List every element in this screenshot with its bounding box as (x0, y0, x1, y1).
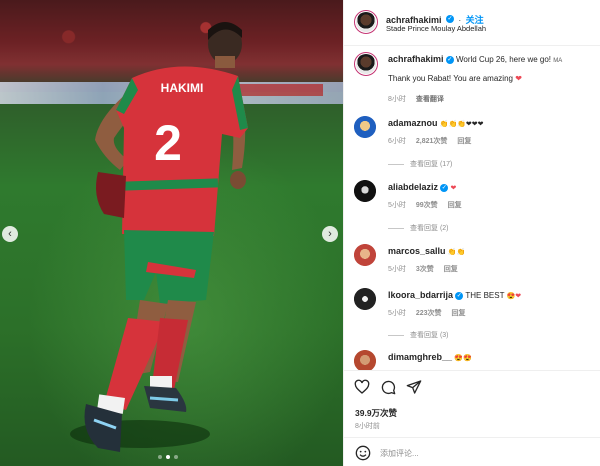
add-comment-input[interactable]: 添加评论... (380, 448, 419, 459)
comment-item: aliabdelaziz ✓ ❤ 5小时 99次赞 回复 (354, 180, 594, 216)
comment-username[interactable]: marcos_sallu (388, 246, 446, 256)
comment-emojis: 😍❤ (506, 293, 522, 300)
jersey-name: HAKIMI (161, 81, 204, 95)
post-sidebar: achrafhakimi ✓ · 关注 Stade Prince Moulay … (343, 0, 600, 466)
jersey-number: 2 (154, 115, 182, 171)
verified-badge-icon: ✓ (445, 14, 454, 23)
reply-button[interactable]: 回复 (452, 310, 466, 317)
comment-likes[interactable]: 2,821次赞 (416, 138, 448, 145)
comment-time: 5小时 (388, 266, 406, 273)
comment-time: 6小时 (388, 138, 406, 145)
player-figure: HAKIMI 2 (84, 22, 248, 452)
reply-button[interactable]: 回复 (444, 266, 458, 273)
comment-likes[interactable]: 223次赞 (416, 310, 442, 317)
post-header: achrafhakimi ✓ · 关注 Stade Prince Moulay … (344, 0, 600, 46)
verified-badge-icon: ✓ (440, 183, 449, 192)
like-count[interactable]: 39.9万次赞 (355, 407, 397, 419)
comment-emojis: 😍😍 (454, 355, 472, 362)
verified-badge-icon: ✓ (445, 55, 454, 64)
comment-item: marcos_sallu 👏👏 5小时 3次赞 回复 (354, 244, 594, 280)
commenter-avatar[interactable] (354, 288, 376, 310)
morocco-flag-icon: MA (553, 58, 563, 64)
view-replies-link[interactable]: 查看回复 (2) (388, 223, 449, 233)
see-translation-link[interactable]: 查看翻译 (416, 96, 444, 103)
carousel-dot (174, 455, 178, 459)
comment-emojis: 👏👏 (447, 249, 466, 256)
comment-item: dimamghreb__ 😍😍 (354, 350, 594, 370)
emoji-picker-icon[interactable] (355, 445, 371, 461)
view-replies-link[interactable]: 查看回复 (17) (388, 159, 452, 169)
commenter-avatar[interactable] (354, 350, 376, 370)
comment-username[interactable]: aliabdelaziz (388, 182, 438, 192)
view-replies-link[interactable]: 查看回复 (3) (388, 330, 449, 340)
comment-username[interactable]: lkoora_bdarrija (388, 290, 453, 300)
comment-likes[interactable]: 3次赞 (416, 266, 434, 273)
next-photo-arrow[interactable]: › (322, 226, 338, 242)
comment-emojis: 👏👏👏❤❤❤ (439, 121, 484, 128)
commenter-avatar[interactable] (354, 116, 376, 138)
post-time: 8小时前 (355, 423, 380, 430)
comment-time: 5小时 (388, 310, 406, 317)
comment-username[interactable]: dimamghreb__ (388, 352, 452, 362)
post-caption: achrafhakimi ✓ World Cup 26, here we go!… (354, 52, 594, 108)
reply-button[interactable]: 回复 (457, 138, 471, 145)
post-photo[interactable]: HAKIMI 2 ‹ › (0, 0, 343, 466)
caption-username[interactable]: achrafhakimi (388, 54, 444, 64)
carousel-dot (158, 455, 162, 459)
caption-line2: Thank you Rabat! You are amazing (388, 74, 513, 83)
add-comment-bar: 添加评论... (344, 437, 600, 466)
verified-badge-icon: ✓ (455, 291, 464, 300)
comment-text: THE BEST (465, 291, 505, 300)
share-send-icon[interactable] (406, 379, 422, 395)
caption-line1: World Cup 26, here we go! (456, 55, 552, 64)
caption-avatar[interactable] (354, 52, 378, 76)
carousel-dot-active (166, 455, 170, 459)
comment-emojis: ❤ (450, 185, 457, 192)
like-heart-icon[interactable] (354, 379, 370, 395)
comment-time: 5小时 (388, 202, 406, 209)
heart-emoji-icon: ❤ (515, 74, 522, 83)
comment-item: lkoora_bdarrija ✓ THE BEST 😍❤ 5小时 223次赞 … (354, 288, 594, 324)
author-avatar[interactable] (354, 10, 378, 34)
previous-photo-arrow[interactable]: ‹ (2, 226, 18, 242)
post-actions: 39.9万次赞 8小时前 添加评论... (344, 370, 600, 466)
commenter-avatar[interactable] (354, 180, 376, 202)
comment-likes[interactable]: 99次赞 (416, 202, 438, 209)
carousel-indicator (158, 455, 178, 459)
caption-time: 8小时 (388, 96, 406, 103)
commenter-avatar[interactable] (354, 244, 376, 266)
comment-bubble-icon[interactable] (380, 379, 396, 395)
comment-username[interactable]: adamaznou (388, 118, 438, 128)
reply-button[interactable]: 回复 (448, 202, 462, 209)
post-location[interactable]: Stade Prince Moulay Abdellah (386, 24, 486, 33)
comment-item: adamaznou 👏👏👏❤❤❤ 6小时 2,821次赞 回复 (354, 116, 594, 152)
